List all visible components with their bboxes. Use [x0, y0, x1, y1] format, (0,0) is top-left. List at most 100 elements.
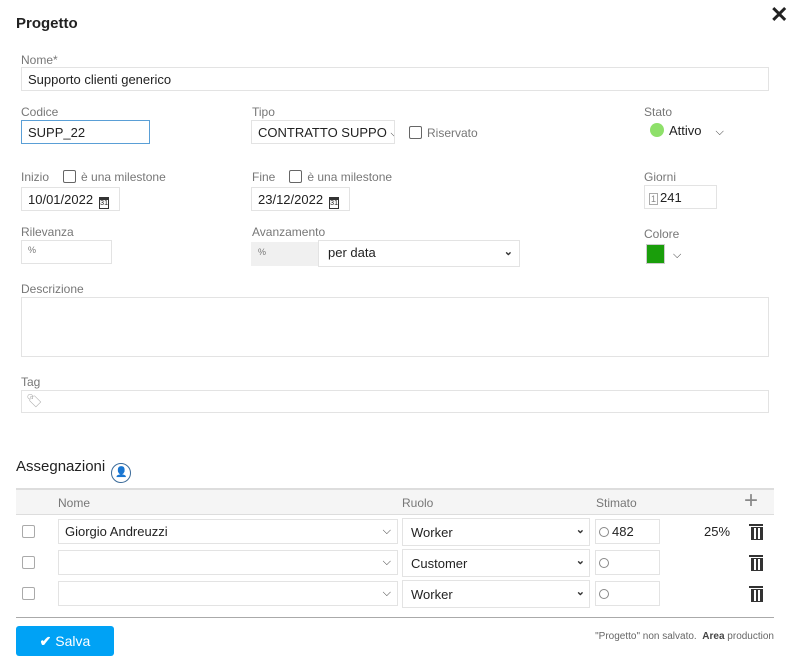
save-button[interactable]: ✔ Salva [16, 626, 114, 656]
milestone-label: è una milestone [307, 170, 393, 184]
stimato-value: 482 [612, 524, 634, 539]
ruolo-value: Worker [411, 525, 453, 540]
row-checkbox[interactable] [22, 556, 35, 569]
header-nome: Nome [58, 496, 91, 510]
avanzamento-label: Avanzamento [252, 225, 326, 239]
row-ruolo-select[interactable]: Worker ⌄ [402, 518, 590, 546]
codice-input[interactable]: SUPP_22 [21, 120, 150, 144]
calendar-icon[interactable]: 31 [329, 197, 340, 209]
tag-input[interactable]: 🏷 [21, 390, 769, 413]
riservato-label: Riservato [427, 126, 478, 140]
header-stimato: Stimato [596, 496, 637, 510]
rilevanza-input[interactable]: % [21, 240, 112, 264]
nome-value: Giorgio Andreuzzi [65, 524, 168, 539]
avanzamento-mode-select[interactable]: per data ⌄ [318, 240, 520, 267]
trash-icon[interactable] [749, 586, 763, 602]
row-ruolo-select[interactable]: Worker ⌄ [402, 580, 590, 608]
table-row: ⌵ Worker ⌄ [0, 580, 794, 608]
rilevanza-label: Rilevanza [21, 225, 74, 239]
chevron-down-icon: ⌄ [575, 586, 585, 598]
tag-icon: 🏷 [26, 393, 43, 408]
colore-label: Colore [644, 227, 680, 241]
row-stimato-input[interactable]: 482 [595, 519, 660, 544]
calendar-icon[interactable]: 31 [99, 197, 110, 209]
mode-value: per data [328, 245, 376, 260]
area-label: Area [702, 631, 725, 642]
tipo-label: Tipo [252, 105, 275, 119]
descrizione-textarea[interactable] [21, 297, 769, 357]
giorni-input[interactable]: 1 241 [644, 185, 717, 209]
save-label: Salva [55, 633, 91, 649]
trash-icon[interactable] [749, 524, 763, 540]
chevron-down-icon: ⌵ [715, 126, 724, 138]
avanzamento-input[interactable]: % [251, 242, 318, 266]
row-checkbox[interactable] [22, 587, 35, 600]
close-icon[interactable]: ✕ [770, 2, 788, 28]
dialog-title: Progetto [16, 15, 78, 32]
chevron-down-icon: ⌄ [503, 246, 513, 258]
percent-icon: % [28, 245, 37, 255]
chevron-down-icon: ⌵ [382, 587, 391, 599]
nome-label: Nome* [21, 53, 58, 67]
inizio-label: Inizio è una milestone [21, 170, 166, 184]
chevron-down-icon: ⌵ [390, 128, 394, 140]
inizio-milestone-checkbox[interactable]: è una milestone [63, 170, 166, 184]
inizio-value: 10/01/2022 [28, 192, 94, 207]
fine-value: 23/12/2022 [258, 192, 324, 207]
chevron-down-icon: ⌵ [382, 556, 391, 568]
fine-label: Fine è una milestone [252, 170, 392, 184]
checkbox-icon [409, 126, 422, 139]
checkbox-icon [289, 170, 303, 183]
chevron-down-icon: ⌄ [575, 524, 585, 536]
tipo-select[interactable]: CONTRATTO SUPPO ⌵ [251, 120, 395, 144]
clock-icon [599, 558, 609, 568]
stato-value: Attivo [669, 123, 702, 138]
row-ruolo-select[interactable]: Customer ⌄ [402, 549, 590, 577]
giorni-value: 241 [660, 190, 682, 205]
ruolo-value: Customer [411, 556, 468, 571]
row-nome-select[interactable]: ⌵ [58, 550, 398, 575]
check-icon: ✔ [39, 633, 52, 649]
row-nome-select[interactable]: ⌵ [58, 581, 398, 606]
add-row-icon[interactable]: + [744, 487, 758, 515]
assegnazioni-title: Assegnazioni 👤 [16, 458, 132, 483]
ruolo-value: Worker [411, 587, 453, 602]
chevron-down-icon: ⌵ [673, 249, 682, 262]
milestone-label: è una milestone [81, 170, 166, 184]
area-value: production [727, 631, 774, 642]
chevron-down-icon: ⌄ [575, 555, 585, 567]
add-person-icon[interactable]: 👤 [111, 463, 132, 483]
row-stimato-input[interactable] [595, 550, 660, 575]
percent-icon: % [258, 247, 267, 257]
chevron-down-icon: ⌵ [382, 525, 391, 537]
nome-input[interactable]: Supporto clienti generico [21, 67, 769, 91]
codice-label: Codice [21, 105, 59, 119]
stato-select[interactable]: Attivo ⌵ [650, 123, 724, 139]
days-icon: 1 [649, 193, 659, 205]
inizio-date-input[interactable]: 10/01/2022 31 [21, 187, 120, 211]
fine-text: Fine [252, 170, 276, 184]
giorni-label: Giorni [644, 170, 677, 184]
inizio-text: Inizio [21, 170, 50, 184]
fine-date-input[interactable]: 23/12/2022 31 [251, 187, 350, 211]
table-row: ⌵ Customer ⌄ [0, 549, 794, 577]
fine-milestone-checkbox[interactable]: è una milestone [289, 170, 392, 184]
assignments-header: Nome Ruolo Stimato + [16, 487, 774, 515]
tag-label: Tag [21, 375, 41, 389]
clock-icon [599, 589, 609, 599]
trash-icon[interactable] [749, 555, 763, 571]
row-nome-select[interactable]: Giorgio Andreuzzi ⌵ [58, 519, 398, 544]
row-stimato-input[interactable] [595, 581, 660, 606]
colore-picker[interactable]: ⌵ [646, 244, 681, 264]
descrizione-label: Descrizione [21, 282, 84, 296]
tipo-value: CONTRATTO SUPPO [258, 125, 387, 140]
row-percent: 25% [704, 524, 731, 539]
footer-divider [16, 617, 774, 618]
row-checkbox[interactable] [22, 525, 35, 538]
table-row: Giorgio Andreuzzi ⌵ Worker ⌄ 482 25% [0, 518, 794, 546]
riservato-checkbox[interactable]: Riservato [409, 126, 478, 140]
checkbox-icon [63, 170, 77, 183]
save-status: "Progetto" non salvato. Area production [595, 631, 774, 642]
status-text: "Progetto" non salvato. [595, 631, 697, 642]
clock-icon [599, 527, 609, 537]
